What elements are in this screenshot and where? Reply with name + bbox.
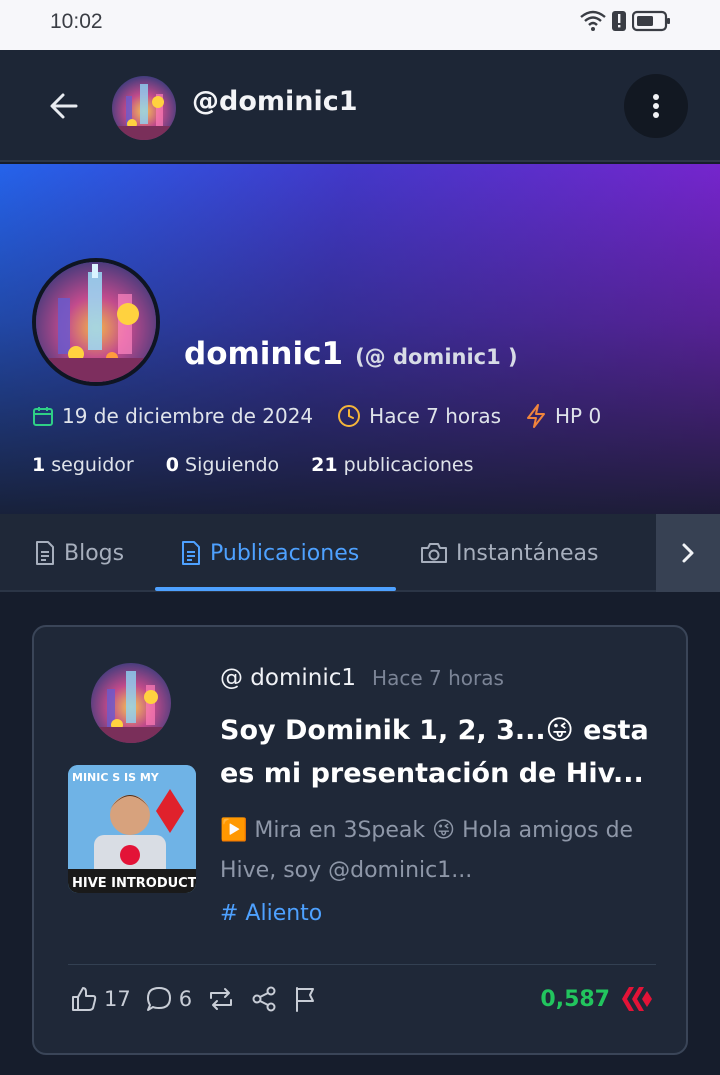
- post-author[interactable]: @ dominic1: [220, 665, 356, 691]
- battery-icon: [631, 10, 672, 36]
- hive-power: HP 0: [525, 404, 601, 428]
- share-button[interactable]: [250, 985, 278, 1013]
- tab-publicaciones[interactable]: Publicaciones: [180, 514, 359, 592]
- followers-label: seguidor: [51, 454, 134, 476]
- share-icon: [252, 986, 276, 1012]
- profile-handle: (@ dominic1 ): [355, 345, 518, 369]
- more-vertical-icon: [653, 94, 659, 118]
- profile-stats: 1 seguidor 0 Siguiendo 21 publicaciones: [32, 454, 505, 476]
- tab-blogs-label: Blogs: [64, 540, 125, 566]
- chevron-right-icon: [682, 543, 694, 563]
- calendar-icon: [33, 407, 53, 426]
- joined-date: 19 de diciembre de 2024: [32, 404, 313, 428]
- profile-avatar: [32, 258, 160, 386]
- back-button[interactable]: [40, 82, 88, 130]
- status-bar: 10:02: [0, 0, 720, 50]
- repost-icon: [210, 988, 233, 1010]
- wifi-icon: [580, 10, 606, 36]
- flag-icon: [296, 987, 315, 1012]
- status-time: 10:02: [50, 10, 103, 33]
- followers-stat[interactable]: 1 seguidor: [32, 454, 134, 476]
- arrow-left-icon: [50, 93, 78, 119]
- post-card[interactable]: HIVE INTRODUCTION MINIC S IS MY @ domini…: [32, 625, 688, 1055]
- tab-blogs[interactable]: Blogs: [34, 514, 124, 592]
- document-icon: [36, 541, 54, 565]
- following-count: 0: [165, 454, 179, 476]
- profile-name-row: dominic1 (@ dominic1 ): [184, 336, 518, 372]
- profile-name: dominic1: [184, 336, 344, 372]
- document-icon: [182, 541, 200, 565]
- post-title[interactable]: Soy Dominik 1, 2, 3...😜 esta es mi prese…: [220, 709, 670, 795]
- post-excerpt: ▶️ Mira en 3Speak 😜 Hola amigos de Hive,…: [220, 818, 634, 883]
- report-button[interactable]: [292, 985, 318, 1013]
- alert-icon: [612, 11, 626, 35]
- payout-value: 0,587: [540, 986, 610, 1012]
- thumbs-up-icon: [72, 987, 97, 1011]
- more-options-button[interactable]: [624, 74, 688, 138]
- post-tag[interactable]: # Aliento: [220, 901, 322, 926]
- post-thumbnail[interactable]: HIVE INTRODUCTION MINIC S IS MY: [68, 765, 196, 893]
- posts-label: publicaciones: [343, 454, 474, 476]
- camera-icon: [421, 543, 447, 563]
- lightning-icon: [527, 404, 546, 428]
- post-time: Hace 7 horas: [372, 666, 504, 690]
- tab-publicaciones-label: Publicaciones: [210, 540, 360, 566]
- status-icons: [580, 10, 672, 36]
- hive-power-text: HP 0: [555, 404, 602, 428]
- post-payout[interactable]: 0,587: [540, 985, 654, 1013]
- active-tab-indicator: [155, 587, 396, 591]
- joined-date-text: 19 de diciembre de 2024: [62, 404, 314, 428]
- tab-instantaneas[interactable]: Instantáneas: [420, 514, 598, 592]
- comment-count: 6: [178, 987, 193, 1011]
- comment-button[interactable]: 6: [145, 985, 192, 1013]
- thumbnail-bottom-text: HIVE INTRODUCTION: [72, 876, 196, 891]
- last-active: Hace 7 horas: [337, 404, 501, 428]
- divider: [68, 964, 656, 965]
- posts-stat[interactable]: 21 publicaciones: [311, 454, 473, 476]
- clock-icon: [338, 405, 361, 427]
- app-bar: @dominic1: [0, 50, 720, 162]
- posts-count: 21: [311, 454, 338, 476]
- profile-tabs: Blogs Publicaciones Instantáneas: [0, 514, 720, 592]
- profile-header: dominic1 (@ dominic1 ) 19 de diciembre d…: [0, 164, 720, 514]
- hive-logo-icon: [622, 987, 652, 1011]
- avatar[interactable]: [112, 76, 176, 140]
- tabs-scroll-right-button[interactable]: [656, 514, 720, 592]
- tab-instantaneas-label: Instantáneas: [456, 540, 599, 566]
- following-stat[interactable]: 0 Siguiendo: [166, 454, 279, 476]
- like-button[interactable]: 17: [70, 985, 131, 1013]
- profile-meta: 19 de diciembre de 2024 Hace 7 horas HP …: [32, 404, 625, 428]
- page-title: @dominic1: [192, 86, 358, 117]
- comment-icon: [146, 987, 171, 1011]
- last-active-text: Hace 7 horas: [369, 404, 502, 428]
- followers-count: 1: [32, 454, 46, 476]
- post-author-avatar[interactable]: [91, 663, 171, 743]
- post-meta: @ dominic1 Hace 7 horas: [220, 665, 504, 691]
- reblog-button[interactable]: [206, 986, 236, 1012]
- post-actions: 17 6: [70, 985, 332, 1013]
- like-count: 17: [104, 987, 131, 1011]
- thumbnail-top-text: MINIC S IS MY: [72, 771, 160, 784]
- following-label: Siguiendo: [185, 454, 280, 476]
